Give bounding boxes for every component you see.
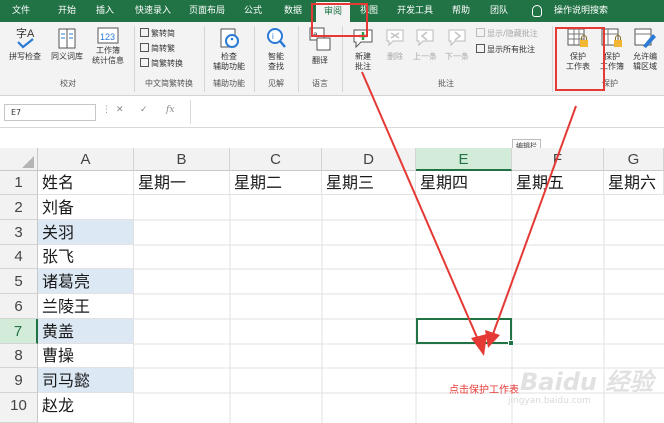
arrow-head-icon — [471, 334, 487, 356]
arrow-line-protect — [492, 105, 577, 335]
watermark: Baidu 经验 — [520, 368, 654, 396]
arrow-head-icon — [485, 330, 500, 348]
arrow-line-review — [361, 71, 480, 343]
excel-window: 文件 开始 插入 快速录入 页面布局 公式 数据 审阅 视图 开发工具 帮助 团… — [0, 0, 664, 423]
highlight-review-tab — [311, 3, 368, 37]
instruction-caption: 点击保护工作表 — [449, 385, 519, 396]
highlight-protect-sheet — [555, 27, 605, 91]
tutorial-annotations — [311, 3, 605, 356]
watermark-sub: jingyan.baidu.com — [508, 396, 592, 406]
